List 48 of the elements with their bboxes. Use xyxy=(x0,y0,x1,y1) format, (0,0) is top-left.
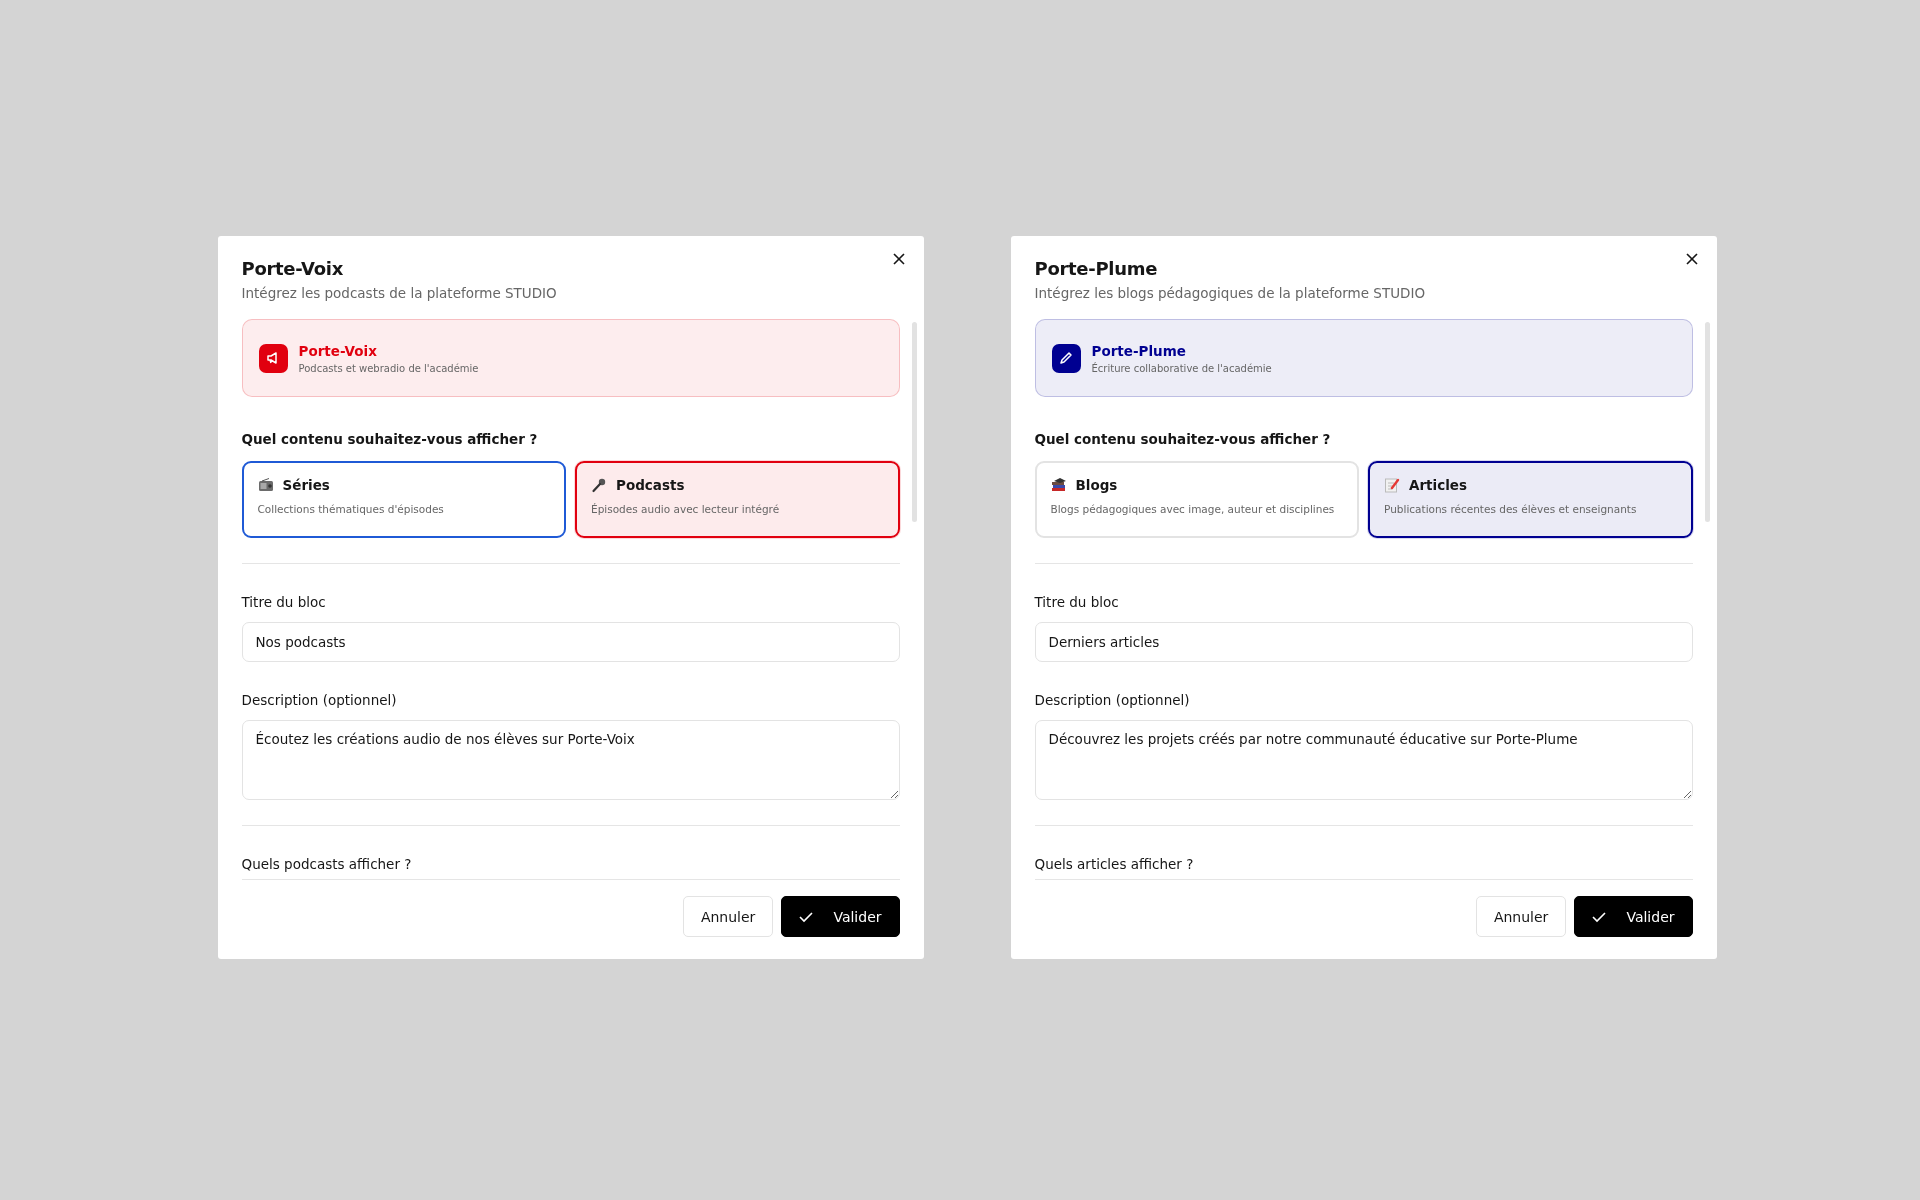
option-title: Blogs xyxy=(1075,477,1118,493)
option-description: Blogs pédagogiques avec image, auteur et disciplines xyxy=(1050,503,1336,515)
microphone-icon xyxy=(591,477,607,493)
textarea-field[interactable]: Écoutez les créations audio de nos élèves sur Porte-Voix xyxy=(241,720,900,800)
option-title: Articles xyxy=(1409,477,1467,493)
option-title: Podcasts xyxy=(616,477,685,493)
dialog-title: Porte-Voix xyxy=(241,258,344,279)
notepad-icon xyxy=(1384,477,1400,493)
field-label: Description (optionnel) xyxy=(241,692,398,708)
cancel-button[interactable]: Annuler xyxy=(1475,896,1567,937)
books-icon xyxy=(1050,477,1067,493)
dialog-title: Porte-Plume xyxy=(1034,258,1159,279)
radio-icon xyxy=(257,478,274,492)
option-title: Séries xyxy=(282,477,330,493)
megaphone-icon xyxy=(258,343,288,373)
question-label: Quel contenu souhaitez-vous afficher ? xyxy=(1034,431,1332,447)
scrollbar[interactable] xyxy=(1704,322,1710,522)
section-heading: Quels articles afficher ? xyxy=(1034,856,1693,880)
content-option[interactable]: Séries Collections thématiques d'épisodes xyxy=(241,461,566,538)
content-option[interactable]: Podcasts Épisodes audio avec lecteur intégré xyxy=(575,461,900,538)
field-label: Description (optionnel) xyxy=(1034,692,1191,708)
brand-name: Porte-Voix xyxy=(298,342,378,359)
option-description: Publications récentes des élèves et enseignants xyxy=(1384,503,1638,515)
cancel-button[interactable]: Annuler xyxy=(682,896,774,937)
close-icon[interactable] xyxy=(891,252,906,266)
brand-tagline: Écriture collaborative de l'académie xyxy=(1091,362,1272,374)
close-icon[interactable] xyxy=(1684,252,1699,266)
dialog-subtitle: Intégrez les podcasts de la plateforme STUDIO xyxy=(241,285,558,301)
confirm-button[interactable]: Valider xyxy=(1574,896,1693,937)
content-option[interactable]: Articles Publications récentes des élèves et enseignants xyxy=(1368,461,1693,538)
input-field[interactable]: Derniers articles xyxy=(1034,622,1693,662)
dialog-subtitle: Intégrez les blogs pédagogiques de la plateforme STUDIO xyxy=(1034,285,1427,301)
brand-tagline: Podcasts et webradio de l'académie xyxy=(298,362,479,374)
check-icon xyxy=(1592,910,1607,923)
section-heading: Quels podcasts afficher ? xyxy=(241,856,900,880)
option-description: Épisodes audio avec lecteur intégré xyxy=(591,503,781,515)
textarea-field[interactable]: Découvrez les projets créés par notre communauté éducative sur Porte-Plume xyxy=(1034,720,1693,800)
option-description: Collections thématiques d'épisodes xyxy=(257,503,445,515)
scrollbar[interactable] xyxy=(911,322,917,522)
confirm-button[interactable]: Valider xyxy=(781,896,900,937)
field-label: Titre du bloc xyxy=(241,594,327,610)
brand-name: Porte-Plume xyxy=(1091,342,1187,359)
check-icon xyxy=(799,910,814,923)
field-label: Titre du bloc xyxy=(1034,594,1120,610)
input-field[interactable]: Nos podcasts xyxy=(241,622,900,662)
pencil-icon xyxy=(1051,343,1081,373)
question-label: Quel contenu souhaitez-vous afficher ? xyxy=(241,431,539,447)
content-option[interactable]: Blogs Blogs pédagogiques avec image, auteur et disciplines xyxy=(1034,461,1359,538)
